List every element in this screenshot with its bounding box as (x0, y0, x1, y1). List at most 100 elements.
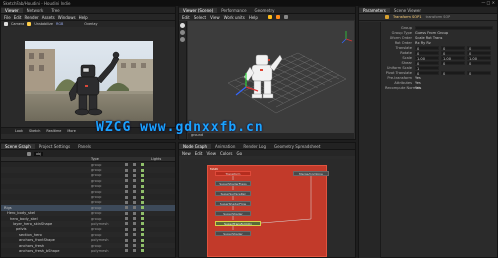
path-field[interactable]: obj (34, 151, 44, 156)
move-tool-icon[interactable] (180, 30, 185, 35)
pre-transform-toggle[interactable]: Yes (415, 76, 421, 80)
translate-y[interactable]: 0 (441, 45, 465, 51)
node-transform[interactable]: Transform (215, 171, 251, 176)
node-surface-rel[interactable]: SuperSurfaceRel (215, 191, 251, 196)
visibility-toggle-icon[interactable] (133, 206, 136, 210)
sv-menu-workunits[interactable]: Work units (224, 15, 245, 20)
sv-menu-select[interactable]: Select (194, 15, 206, 20)
visibility-toggle-icon[interactable] (141, 249, 144, 253)
recompute-normals-toggle[interactable]: Yes (415, 86, 421, 90)
visibility-toggle-icon[interactable] (133, 168, 136, 172)
visibility-toggle-icon[interactable] (141, 222, 144, 226)
attributes-toggle[interactable]: Yes (415, 81, 421, 85)
net-menu-colors[interactable]: Colors (220, 151, 233, 156)
visibility-toggle-icon[interactable] (141, 200, 144, 204)
visibility-toggle-icon[interactable] (125, 249, 128, 253)
light-icon[interactable] (27, 22, 32, 26)
visibility-toggle-icon[interactable] (125, 244, 128, 248)
tab-tree[interactable]: Tree (47, 8, 63, 13)
node-merge[interactable]: Merge/Combine (293, 171, 329, 176)
visibility-toggle-icon[interactable] (141, 206, 144, 210)
pivot-x[interactable]: 0 (415, 70, 439, 76)
visibility-toggle-icon[interactable] (125, 163, 128, 167)
visibility-toggle-icon[interactable] (125, 233, 128, 237)
window-controls-icon[interactable]: — □ ✕ (481, 0, 495, 5)
display-icon[interactable] (267, 15, 272, 19)
visibility-toggle-icon[interactable] (125, 211, 128, 215)
visibility-toggle-icon[interactable] (125, 200, 128, 204)
bottom-more[interactable]: More (67, 129, 75, 133)
group-type-select[interactable]: Guess From Group (415, 31, 448, 35)
node-name[interactable]: Transform SOP1 (393, 15, 422, 19)
visibility-toggle-icon[interactable] (141, 244, 144, 248)
visibility-toggle-icon[interactable] (133, 227, 136, 231)
rotate-z[interactable]: 0 (467, 50, 491, 56)
pivot-z[interactable]: 0 (467, 70, 491, 76)
visibility-toggle-icon[interactable] (133, 233, 136, 237)
tab-geo-spreadsheet[interactable]: Geometry Spreadsheet (270, 144, 324, 149)
toolbar-overlay[interactable]: Overlay (84, 22, 97, 26)
menu-assets[interactable]: Assets (42, 15, 55, 20)
visibility-toggle-icon[interactable] (141, 227, 144, 231)
visibility-toggle-icon[interactable] (125, 195, 128, 199)
visibility-toggle-icon[interactable] (133, 238, 136, 242)
col-lights[interactable]: Lights (151, 157, 161, 161)
visibility-toggle-icon[interactable] (133, 200, 136, 204)
visibility-toggle-icon[interactable] (133, 244, 136, 248)
tab-scene-graph[interactable]: Scene Graph (1, 143, 35, 149)
snap-icon[interactable] (275, 15, 280, 19)
node-shader-flags[interactable]: SuperShaderFlags (215, 181, 251, 186)
tab-parameters[interactable]: Parameters (359, 7, 390, 13)
sv-menu-edit[interactable]: Edit (182, 15, 190, 20)
visibility-toggle-icon[interactable] (141, 184, 144, 188)
visibility-toggle-icon[interactable] (133, 184, 136, 188)
visibility-toggle-icon[interactable] (133, 211, 136, 215)
scale-z[interactable]: 1.00 (467, 55, 491, 61)
shear-z[interactable]: 0 (467, 60, 491, 66)
visibility-toggle-icon[interactable] (141, 168, 144, 172)
visibility-toggle-icon[interactable] (125, 173, 128, 177)
visibility-toggle-icon[interactable] (125, 184, 128, 188)
visibility-toggle-icon[interactable] (141, 217, 144, 221)
tab-network[interactable]: Network (23, 8, 48, 13)
menu-edit[interactable]: Edit (14, 15, 22, 20)
visibility-toggle-icon[interactable] (141, 163, 144, 167)
menu-render[interactable]: Render (24, 15, 38, 20)
node-super-shader-2[interactable]: SuperShader (215, 231, 251, 236)
translate-x[interactable]: 0 (415, 45, 439, 51)
visibility-toggle-icon[interactable] (133, 217, 136, 221)
toolbar-camera[interactable]: Camera (11, 22, 24, 26)
toolbar-unstabilize[interactable]: Unstabilize (34, 22, 53, 26)
menu-windows[interactable]: Windows (58, 15, 76, 20)
visibility-toggle-icon[interactable] (141, 233, 144, 237)
visibility-toggle-icon[interactable] (133, 163, 136, 167)
visibility-toggle-icon[interactable] (125, 190, 128, 194)
node-super-shader[interactable]: SuperShader (215, 211, 251, 216)
bottom-realtime[interactable]: Realtime (46, 129, 61, 133)
tab-performance[interactable]: Performance (217, 8, 250, 13)
3d-viewport[interactable] (188, 21, 354, 133)
net-menu-new[interactable]: New (182, 151, 191, 156)
toolbar-rgb[interactable]: RGB (56, 22, 63, 26)
menu-help[interactable]: Help (79, 15, 88, 20)
xform-order-select[interactable]: Scale Rot Trans (415, 36, 442, 40)
tab-scene-viewer[interactable]: Viewer (Scene) (179, 7, 218, 13)
visibility-toggle-icon[interactable] (125, 227, 128, 231)
outliner-row[interactable]: anchors_fresh_bShape polymesh (1, 248, 175, 254)
tab-viewer[interactable]: Viewer (1, 7, 23, 13)
uniform-scale-field[interactable]: 1 (415, 65, 439, 71)
tab-project-settings[interactable]: Project Settings (35, 144, 74, 149)
visibility-toggle-icon[interactable] (125, 238, 128, 242)
visibility-toggle-icon[interactable] (125, 217, 128, 221)
visibility-toggle-icon[interactable] (141, 195, 144, 199)
rot-order-select[interactable]: Rx Ry Rz (415, 41, 431, 45)
visibility-toggle-icon[interactable] (133, 190, 136, 194)
visibility-toggle-icon[interactable] (125, 222, 128, 226)
visibility-toggle-icon[interactable] (133, 173, 136, 177)
scale-y[interactable]: 1.00 (441, 55, 465, 61)
visibility-toggle-icon[interactable] (133, 222, 136, 226)
visibility-toggle-icon[interactable] (125, 179, 128, 183)
tab-node-graph[interactable]: Node Graph (179, 143, 211, 149)
visibility-toggle-icon[interactable] (133, 249, 136, 253)
robot-model[interactable] (243, 54, 283, 99)
